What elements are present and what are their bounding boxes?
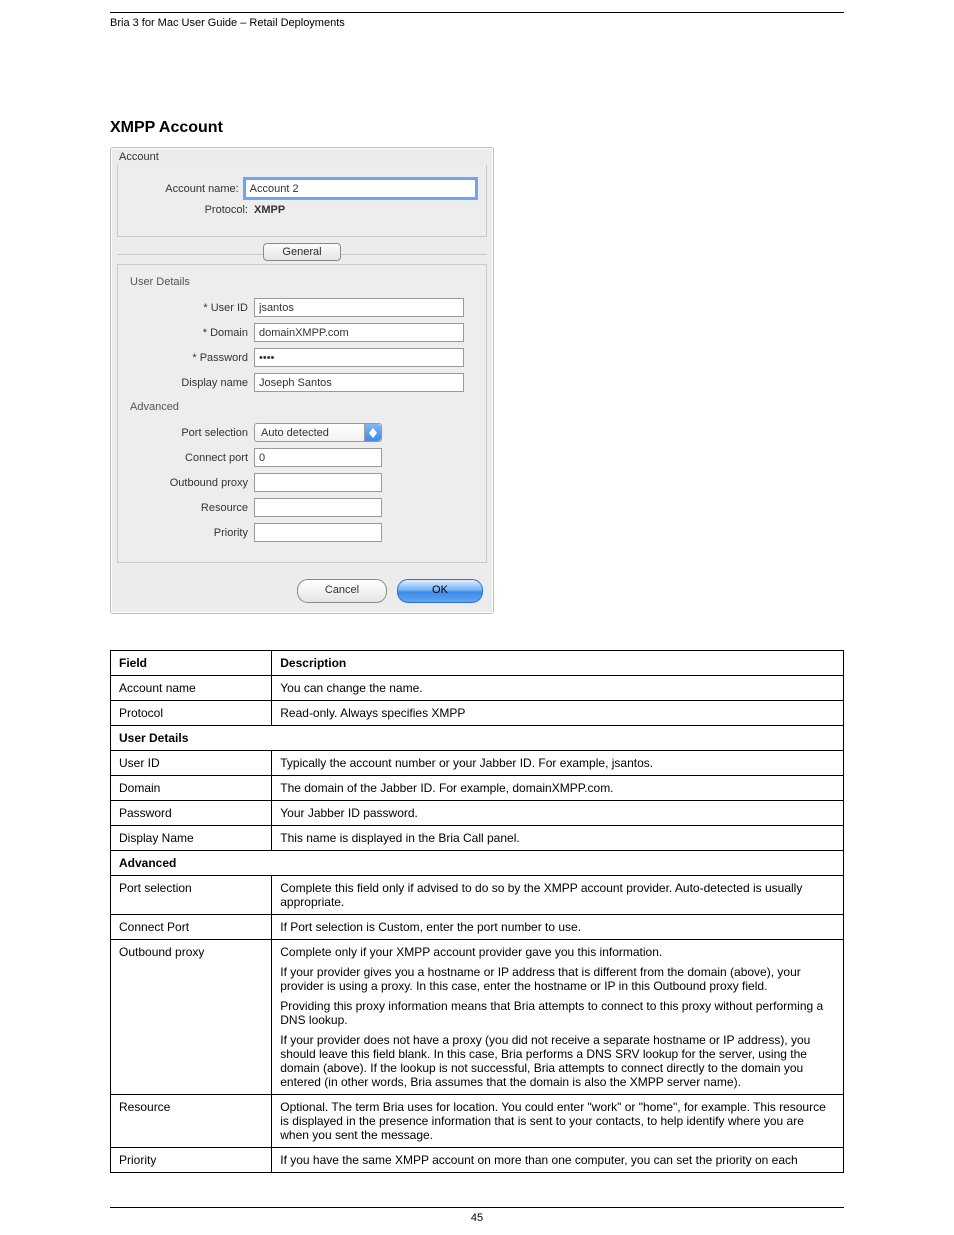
protocol-value: XMPP	[254, 204, 285, 216]
connect-port-input[interactable]	[254, 448, 382, 467]
page-footer: 45	[110, 1207, 844, 1224]
table-section-row: Advanced	[111, 851, 844, 876]
cell-desc-p1: Complete only if your XMPP account provi…	[280, 945, 835, 959]
cell-field: Display Name	[111, 826, 272, 851]
cell-field: Resource	[111, 1095, 272, 1148]
account-name-label: Account name:	[128, 183, 245, 195]
user-id-input[interactable]	[254, 298, 464, 317]
fields-table: Field Description Account name You can c…	[110, 650, 844, 1173]
page-header: Bria 3 for Mac User Guide – Retail Deplo…	[110, 12, 844, 29]
cell-desc-p4: If your provider does not have a proxy (…	[280, 1033, 835, 1089]
cell-field: Password	[111, 801, 272, 826]
cell-desc-p2: If your provider gives you a hostname or…	[280, 965, 835, 993]
port-selection-value: Auto detected	[261, 427, 329, 439]
resource-label: Resource	[128, 502, 254, 514]
table-row: Protocol Read-only. Always specifies XMP…	[111, 701, 844, 726]
outbound-proxy-label: Outbound proxy	[128, 477, 254, 489]
cell-field: Connect Port	[111, 915, 272, 940]
cell-desc: Complete this field only if advised to d…	[272, 876, 844, 915]
protocol-label: Protocol:	[128, 204, 254, 216]
cell-desc: You can change the name.	[272, 676, 844, 701]
table-row: Resource Optional. The term Bria uses fo…	[111, 1095, 844, 1148]
section-account-title: Account	[111, 148, 493, 165]
table-row: Connect Port If Port selection is Custom…	[111, 915, 844, 940]
cell-field: Outbound proxy	[111, 940, 272, 1095]
cell-desc: The domain of the Jabber ID. For example…	[272, 776, 844, 801]
domain-label: * Domain	[128, 327, 254, 339]
user-id-label: * User ID	[128, 302, 254, 314]
table-row: Outbound proxy Complete only if your XMP…	[111, 940, 844, 1095]
table-section-row: User Details	[111, 726, 844, 751]
password-input[interactable]	[254, 348, 464, 367]
user-details-title: User Details	[128, 273, 476, 292]
cancel-button[interactable]: Cancel	[297, 579, 387, 603]
page-number: 45	[471, 1212, 483, 1224]
cell-desc: If Port selection is Custom, enter the p…	[272, 915, 844, 940]
cell-field: Protocol	[111, 701, 272, 726]
cell-field: Port selection	[111, 876, 272, 915]
outbound-proxy-input[interactable]	[254, 473, 382, 492]
th-field: Field	[111, 651, 272, 676]
cell-field: Priority	[111, 1148, 272, 1173]
account-name-input[interactable]	[245, 179, 476, 198]
priority-label: Priority	[128, 527, 254, 539]
account-dialog: Account Account name: Protocol: XMPP Gen…	[110, 147, 494, 614]
resource-input[interactable]	[254, 498, 382, 517]
section-user-details: User Details	[111, 726, 844, 751]
tab-general[interactable]: General	[263, 243, 341, 261]
advanced-title: Advanced	[128, 398, 476, 417]
domain-input[interactable]	[254, 323, 464, 342]
connect-port-label: Connect port	[128, 452, 254, 464]
ok-button[interactable]: OK	[397, 579, 483, 603]
cell-desc: Optional. The term Bria uses for locatio…	[272, 1095, 844, 1148]
dropdown-stepper-icon	[364, 424, 381, 441]
cell-desc: If you have the same XMPP account on mor…	[272, 1148, 844, 1173]
cell-desc-p3: Providing this proxy information means t…	[280, 999, 835, 1027]
table-row: Account name You can change the name.	[111, 676, 844, 701]
cell-field: Domain	[111, 776, 272, 801]
table-row: Domain The domain of the Jabber ID. For …	[111, 776, 844, 801]
tab-bar: General	[117, 243, 487, 265]
cell-desc: Your Jabber ID password.	[272, 801, 844, 826]
port-selection-select[interactable]: Auto detected	[254, 423, 382, 442]
page-title: XMPP Account	[110, 119, 844, 137]
cell-field: Account name	[111, 676, 272, 701]
cell-field: User ID	[111, 751, 272, 776]
cell-desc: This name is displayed in the Bria Call …	[272, 826, 844, 851]
table-row: Priority If you have the same XMPP accou…	[111, 1148, 844, 1173]
section-advanced: Advanced	[111, 851, 844, 876]
table-row: Password Your Jabber ID password.	[111, 801, 844, 826]
table-row: User ID Typically the account number or …	[111, 751, 844, 776]
cell-desc: Read-only. Always specifies XMPP	[272, 701, 844, 726]
cell-desc: Complete only if your XMPP account provi…	[272, 940, 844, 1095]
display-name-input[interactable]	[254, 373, 464, 392]
th-desc: Description	[272, 651, 844, 676]
header-left: Bria 3 for Mac User Guide – Retail Deplo…	[110, 17, 345, 29]
port-selection-label: Port selection	[128, 427, 254, 439]
display-name-label: Display name	[128, 377, 254, 389]
password-label: * Password	[128, 352, 254, 364]
priority-input[interactable]	[254, 523, 382, 542]
table-row: Port selection Complete this field only …	[111, 876, 844, 915]
table-row: Display Name This name is displayed in t…	[111, 826, 844, 851]
cell-desc: Typically the account number or your Jab…	[272, 751, 844, 776]
